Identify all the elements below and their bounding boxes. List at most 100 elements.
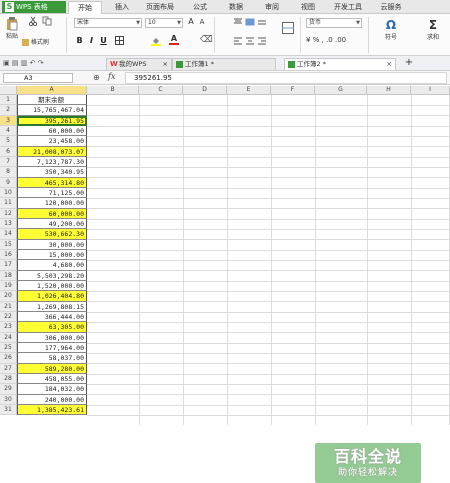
row-header[interactable]: 25 [0, 342, 17, 354]
column-header-a[interactable]: A [17, 86, 87, 95]
cell-a[interactable]: 60,000.00 [17, 208, 87, 219]
close-icon[interactable]: × [387, 59, 392, 70]
cell-a[interactable]: 1,269,808.15 [17, 301, 87, 312]
align-right-icon[interactable] [257, 37, 267, 45]
redo-icon[interactable]: ↷ [38, 59, 44, 67]
cell-a[interactable]: 1,520,000.00 [17, 280, 87, 292]
copy-button[interactable] [40, 16, 54, 26]
cell-a[interactable]: 240,000.00 [17, 394, 87, 405]
tab-workbook2[interactable]: 工作簿2 * × [284, 58, 396, 70]
row-header[interactable]: 28 [0, 373, 17, 385]
column-header-d[interactable]: D [183, 86, 227, 95]
print-icon[interactable]: ▥ [21, 59, 28, 67]
cell-a[interactable]: 49,200.00 [17, 218, 87, 230]
row-header[interactable]: 14 [0, 229, 17, 240]
cell-a[interactable]: 395,261.95 [17, 115, 87, 126]
tab-insert[interactable]: 插入 [108, 1, 136, 14]
row-header[interactable]: 6 [0, 146, 17, 157]
row-header[interactable]: 30 [0, 394, 17, 405]
row-header[interactable]: 15 [0, 239, 17, 250]
column-header-b[interactable]: B [87, 86, 139, 95]
app-menu-button[interactable]: S WPS 表格 [2, 1, 66, 13]
row-header[interactable]: 29 [0, 384, 17, 395]
cell-a[interactable]: 58,037.00 [17, 353, 87, 364]
align-middle-icon[interactable] [245, 18, 255, 26]
cell-a[interactable]: 5,503,298.20 [17, 270, 87, 281]
tab-workbook1[interactable]: 工作簿1 * [172, 58, 276, 70]
align-center-icon[interactable] [245, 37, 255, 45]
save-icon[interactable]: ▤ [12, 59, 19, 67]
tab-view[interactable]: 视图 [294, 1, 322, 14]
percent-icon[interactable]: % [313, 36, 320, 44]
tab-review[interactable]: 审阅 [258, 1, 286, 14]
fill-color-button[interactable] [150, 36, 162, 48]
tab-cloud[interactable]: 云服务 [374, 1, 408, 14]
tab-developer[interactable]: 开发工具 [328, 1, 368, 14]
close-icon[interactable]: × [163, 59, 168, 70]
row-header[interactable]: 8 [0, 167, 17, 178]
cell-a[interactable]: 23,458.00 [17, 136, 87, 147]
row-header[interactable]: 11 [0, 198, 17, 209]
tab-page-layout[interactable]: 页面布局 [140, 1, 180, 14]
bold-button[interactable]: B [75, 36, 84, 45]
column-header-f[interactable]: F [271, 86, 315, 95]
row-header[interactable]: 13 [0, 218, 17, 230]
row-header[interactable]: 26 [0, 353, 17, 364]
cut-button[interactable] [26, 16, 40, 26]
row-header[interactable]: 7 [0, 156, 17, 168]
italic-button[interactable]: I [87, 36, 96, 45]
paste-button[interactable]: 粘贴 [4, 17, 20, 40]
format-painter-button[interactable]: 格式刷 [22, 37, 62, 46]
cell-a[interactable]: 7,123,787.30 [17, 156, 87, 168]
cell-a[interactable]: 589,280.00 [17, 363, 87, 374]
decrease-font-button[interactable]: A [197, 18, 207, 26]
align-bottom-icon[interactable] [257, 18, 267, 26]
decimal-decrease-icon[interactable]: .00 [335, 36, 346, 44]
row-header[interactable]: 9 [0, 177, 17, 188]
new-tab-button[interactable]: + [404, 57, 414, 68]
row-header[interactable]: 19 [0, 280, 17, 292]
cell-a[interactable]: 63,305.00 [17, 322, 87, 333]
font-color-button[interactable]: A [168, 34, 180, 45]
underline-button[interactable]: U [99, 36, 108, 45]
row-header[interactable]: 23 [0, 322, 17, 333]
column-header-h[interactable]: H [367, 86, 411, 95]
cell-a[interactable]: 21,008,073.07 [17, 146, 87, 157]
column-a-header-cell[interactable]: 期末余额 [17, 95, 87, 106]
font-name-select[interactable]: 宋体 ▼ [74, 18, 142, 28]
decimal-increase-icon[interactable]: .0 [326, 36, 333, 44]
row-header[interactable]: 1 [0, 95, 17, 106]
row-header[interactable]: 22 [0, 311, 17, 323]
column-header-e[interactable]: E [227, 86, 271, 95]
increase-font-button[interactable]: A [186, 17, 196, 26]
row-header[interactable]: 12 [0, 208, 17, 219]
row-header[interactable]: 27 [0, 363, 17, 374]
zoom-icon[interactable]: ⊕ [93, 73, 100, 82]
border-button[interactable] [113, 36, 125, 47]
row-header[interactable]: 24 [0, 332, 17, 343]
cell-a[interactable]: 60,000.00 [17, 125, 87, 137]
align-top-icon[interactable] [233, 18, 243, 26]
cell-a[interactable]: 15,765,467.04 [17, 105, 87, 116]
column-header-c[interactable]: C [139, 86, 183, 95]
row-header[interactable]: 20 [0, 291, 17, 302]
thousands-icon[interactable]: , [322, 36, 324, 44]
name-box[interactable]: A3 [3, 73, 73, 83]
merge-cells-button[interactable] [280, 22, 296, 34]
tab-data[interactable]: 数据 [222, 1, 250, 14]
fx-button[interactable]: fx [108, 72, 115, 81]
sum-button[interactable]: Σ 求和 [420, 18, 446, 41]
clear-format-button[interactable]: ⌫ [200, 35, 213, 45]
row-header[interactable]: 31 [0, 404, 17, 416]
cell-a[interactable]: 306,000.00 [17, 332, 87, 343]
font-size-select[interactable]: 10 ▼ [145, 18, 183, 28]
cell-a[interactable]: 120,000.00 [17, 198, 87, 209]
row-header[interactable]: 5 [0, 136, 17, 147]
row-header[interactable]: 2 [0, 105, 17, 116]
cell-a[interactable]: 30,000.00 [17, 239, 87, 250]
cell-a[interactable]: 177,964.00 [17, 342, 87, 354]
column-header-g[interactable]: G [315, 86, 367, 95]
row-header[interactable]: 10 [0, 187, 17, 199]
column-header-i[interactable]: I [411, 86, 450, 95]
tab-formulas[interactable]: 公式 [186, 1, 214, 14]
